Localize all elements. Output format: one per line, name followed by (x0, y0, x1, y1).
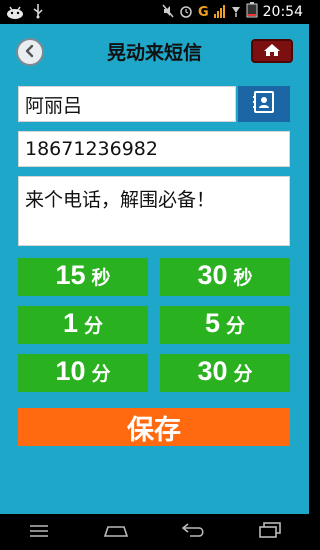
time-option-unit: 秒 (233, 267, 253, 289)
time-option-number: 10 (55, 356, 86, 386)
time-option-number: 30 (197, 260, 228, 290)
back-nav-button[interactable] (178, 522, 208, 542)
contact-card-icon (252, 90, 276, 118)
alarm-icon (179, 3, 193, 22)
time-option-unit: 分 (226, 315, 246, 337)
time-option-number: 5 (204, 308, 220, 338)
status-bar: G 20:54 (0, 0, 309, 24)
signal-icon (213, 3, 226, 22)
status-time: 20:54 (262, 4, 303, 20)
time-option-unit: 分 (84, 315, 104, 337)
home-button[interactable] (251, 39, 293, 63)
network-type-label: G (197, 4, 209, 20)
usb-icon (32, 3, 44, 23)
recent-apps-nav-button[interactable] (255, 522, 285, 542)
android-notification-icon (6, 4, 24, 23)
header: 晃动来短信 (0, 24, 309, 76)
time-option-button[interactable]: 10 分 (18, 354, 148, 392)
time-option-button[interactable]: 30 秒 (160, 258, 290, 296)
phone-field[interactable]: 18671236982 (18, 131, 290, 167)
name-row: 阿丽吕 (18, 86, 290, 122)
save-button[interactable]: 保存 (18, 408, 290, 446)
time-option-number: 1 (62, 308, 78, 338)
battery-icon (246, 2, 258, 22)
time-option-unit: 分 (91, 363, 111, 385)
time-option-number: 15 (55, 260, 86, 290)
time-option-button[interactable]: 5 分 (160, 306, 290, 344)
time-option-unit: 秒 (91, 267, 111, 289)
contact-picker-button[interactable] (238, 86, 290, 122)
recent-apps-icon (258, 522, 282, 542)
time-option-button[interactable]: 30 分 (160, 354, 290, 392)
time-option-button[interactable]: 15 秒 (18, 258, 148, 296)
home-icon (263, 42, 281, 61)
no-sim-icon (231, 3, 241, 22)
mute-icon (162, 3, 174, 22)
home-nav-button[interactable] (101, 522, 131, 542)
name-field[interactable]: 阿丽吕 (18, 86, 236, 122)
message-field[interactable]: 来个电话，解围必备！ (18, 176, 290, 246)
app-screen: 晃动来短信 阿丽吕 18671236982 来个电话，解围必备！ 15 秒 30… (0, 24, 309, 514)
system-nav-bar (0, 514, 309, 550)
back-nav-icon (180, 522, 206, 542)
menu-icon (28, 523, 50, 542)
time-option-number: 30 (197, 356, 228, 386)
menu-nav-button[interactable] (24, 522, 54, 542)
time-option-button[interactable]: 1 分 (18, 306, 148, 344)
home-nav-icon (102, 523, 130, 542)
time-option-unit: 分 (233, 363, 253, 385)
